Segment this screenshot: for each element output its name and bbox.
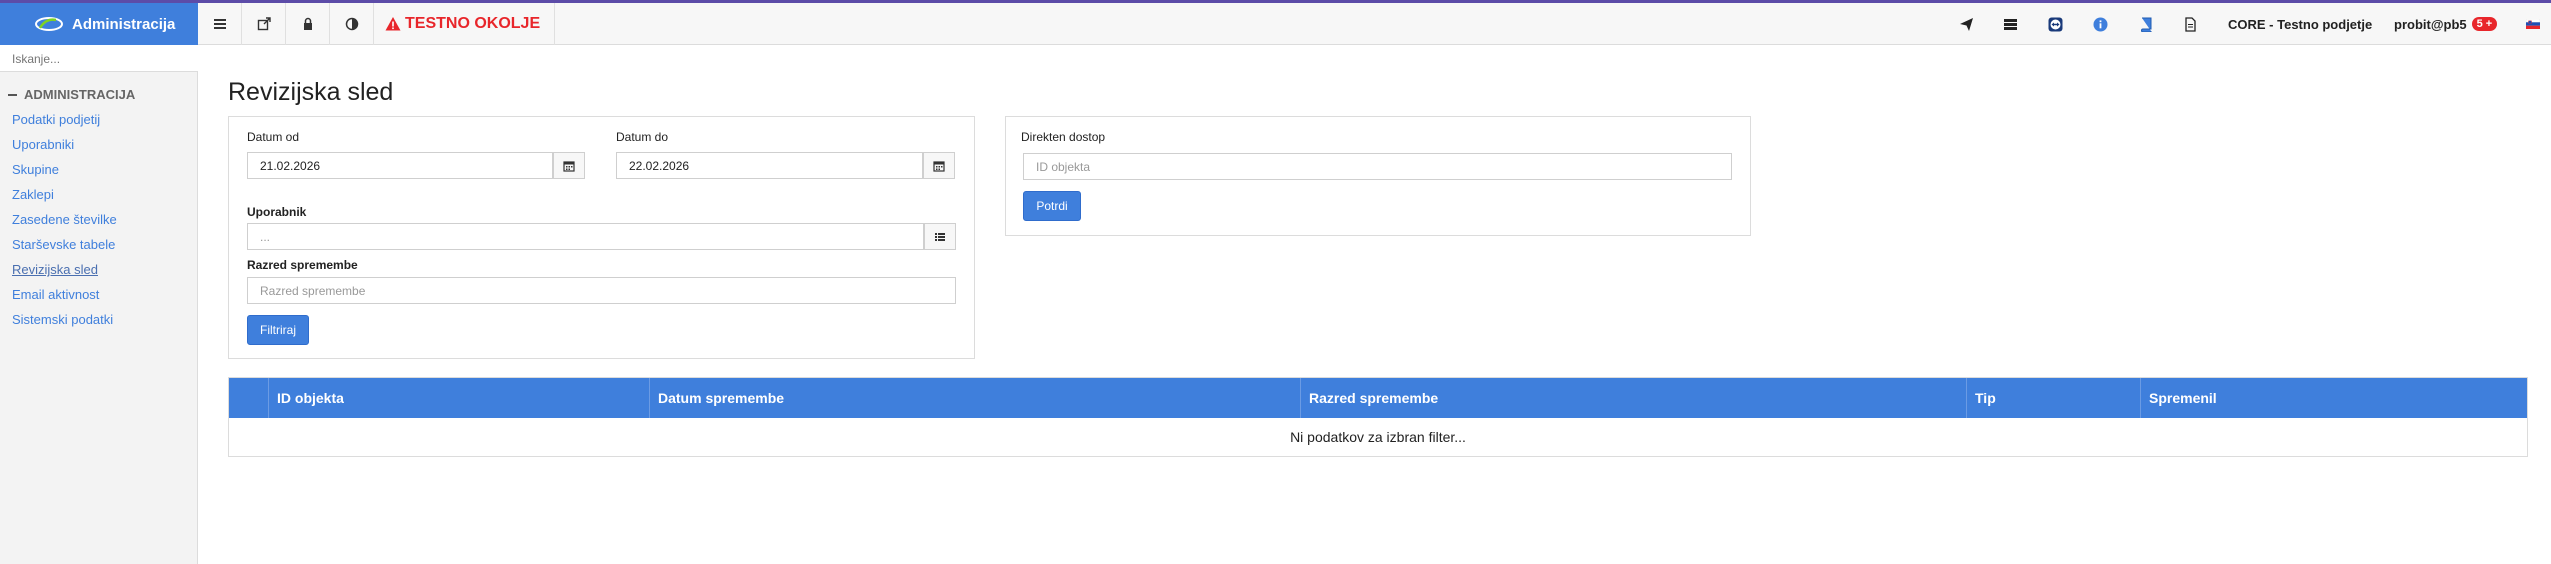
table-empty-message: Ni podatkov za izbran filter... bbox=[1290, 429, 1466, 445]
user-label: Uporabnik bbox=[247, 205, 307, 219]
date-from-input[interactable]: 21.02.2026 bbox=[247, 152, 553, 179]
open-external-button[interactable] bbox=[242, 3, 286, 45]
column-header-change-class[interactable]: Razred spremembe bbox=[1301, 378, 1967, 418]
external-link-icon bbox=[257, 17, 271, 31]
sidebar: ADMINISTRACIJA Podatki podjetij Uporabni… bbox=[0, 46, 198, 564]
confirm-button[interactable]: Potrdi bbox=[1023, 191, 1081, 221]
sidebar-item-starsevske-tabele[interactable]: Starševske tabele bbox=[0, 232, 197, 257]
object-id-input[interactable]: ID objekta bbox=[1023, 153, 1732, 180]
company-name: CORE - Testno podjetje bbox=[2228, 16, 2373, 32]
server-icon bbox=[2003, 18, 2017, 30]
top-navbar: Administracija TESTNO OKOLJE CORE - Test… bbox=[0, 3, 2551, 45]
user-input[interactable]: ... bbox=[247, 223, 924, 250]
audit-trail-table: ID objekta Datum spremembe Razred spreme… bbox=[228, 377, 2528, 457]
menu-icon bbox=[213, 19, 226, 29]
date-from-picker-button[interactable] bbox=[553, 152, 585, 179]
send-button[interactable] bbox=[1946, 3, 1986, 45]
slovenian-flag-icon[interactable] bbox=[2526, 19, 2540, 29]
book-icon bbox=[2140, 17, 2151, 32]
send-icon bbox=[1959, 17, 1973, 31]
date-from-label: Datum od bbox=[247, 130, 300, 144]
change-class-input[interactable]: Razred spremembe bbox=[247, 277, 956, 304]
sidebar-section-administracija[interactable]: ADMINISTRACIJA bbox=[0, 72, 197, 107]
user-name: probit@pb5 bbox=[2394, 16, 2467, 32]
sidebar-item-revizijska-sled[interactable]: Revizijska sled bbox=[0, 257, 197, 282]
brand-title: Administracija bbox=[72, 15, 176, 33]
table-header: ID objekta Datum spremembe Razred spreme… bbox=[229, 378, 2527, 418]
calendar-icon bbox=[933, 160, 945, 172]
contrast-icon bbox=[345, 17, 358, 31]
warning-text: TESTNO OKOLJE bbox=[405, 15, 541, 32]
list-icon bbox=[935, 232, 945, 241]
documentation-button[interactable] bbox=[2126, 3, 2166, 45]
sidebar-search-input[interactable] bbox=[0, 46, 198, 72]
teamviewer-icon bbox=[2048, 17, 2062, 31]
sidebar-section-label: ADMINISTRACIJA bbox=[24, 87, 136, 102]
sidebar-item-uporabniki[interactable]: Uporabniki bbox=[0, 132, 197, 157]
column-header-type[interactable]: Tip bbox=[1967, 378, 2141, 418]
sidebar-item-email-aktivnost[interactable]: Email aktivnost bbox=[0, 282, 197, 307]
change-class-label: Razred spremembe bbox=[247, 258, 358, 272]
user-list-button[interactable] bbox=[924, 223, 956, 250]
lock-icon bbox=[303, 17, 312, 30]
notification-badge: 5 + bbox=[2471, 17, 2498, 31]
sidebar-item-skupine[interactable]: Skupine bbox=[0, 157, 197, 182]
info-icon bbox=[2093, 17, 2107, 31]
info-button[interactable] bbox=[2080, 3, 2120, 45]
brand[interactable]: Administracija bbox=[0, 3, 198, 45]
warning-icon bbox=[385, 17, 401, 31]
column-header-changed-by[interactable]: Spremenil bbox=[2141, 378, 2527, 418]
environment-warning: TESTNO OKOLJE bbox=[373, 3, 556, 45]
sidebar-item-podatki-podjetij[interactable]: Podatki podjetij bbox=[0, 107, 197, 132]
contrast-toggle-button[interactable] bbox=[330, 3, 374, 45]
lock-button[interactable] bbox=[286, 3, 330, 45]
company-selector[interactable]: CORE - Testno podjetje bbox=[2228, 3, 2372, 45]
column-header-select[interactable] bbox=[229, 378, 269, 418]
date-to-picker-button[interactable] bbox=[923, 152, 955, 179]
collapse-icon bbox=[8, 93, 17, 96]
date-to-label: Datum do bbox=[616, 130, 669, 144]
direct-access-label: Direkten dostop bbox=[1021, 130, 1106, 144]
document-icon bbox=[2184, 16, 2196, 32]
logo-icon bbox=[35, 17, 63, 31]
filter-button[interactable]: Filtriraj bbox=[247, 315, 309, 345]
menu-toggle-button[interactable] bbox=[198, 3, 242, 45]
column-header-change-date[interactable]: Datum spremembe bbox=[650, 378, 1301, 418]
user-menu[interactable]: probit@pb5 5 + bbox=[2394, 3, 2498, 45]
document-button[interactable] bbox=[2170, 3, 2210, 45]
sidebar-item-zasedene-stevilke[interactable]: Zasedene številke bbox=[0, 207, 197, 232]
column-header-object-id[interactable]: ID objekta bbox=[269, 378, 650, 418]
date-to-input[interactable]: 22.02.2026 bbox=[616, 152, 923, 179]
sidebar-item-sistemski-podatki[interactable]: Sistemski podatki bbox=[0, 307, 197, 332]
teamviewer-button[interactable] bbox=[2035, 3, 2075, 45]
calendar-icon bbox=[563, 160, 575, 172]
page-title: Revizijska sled bbox=[228, 78, 394, 106]
sidebar-item-zaklepi[interactable]: Zaklepi bbox=[0, 182, 197, 207]
server-button[interactable] bbox=[1990, 3, 2030, 45]
